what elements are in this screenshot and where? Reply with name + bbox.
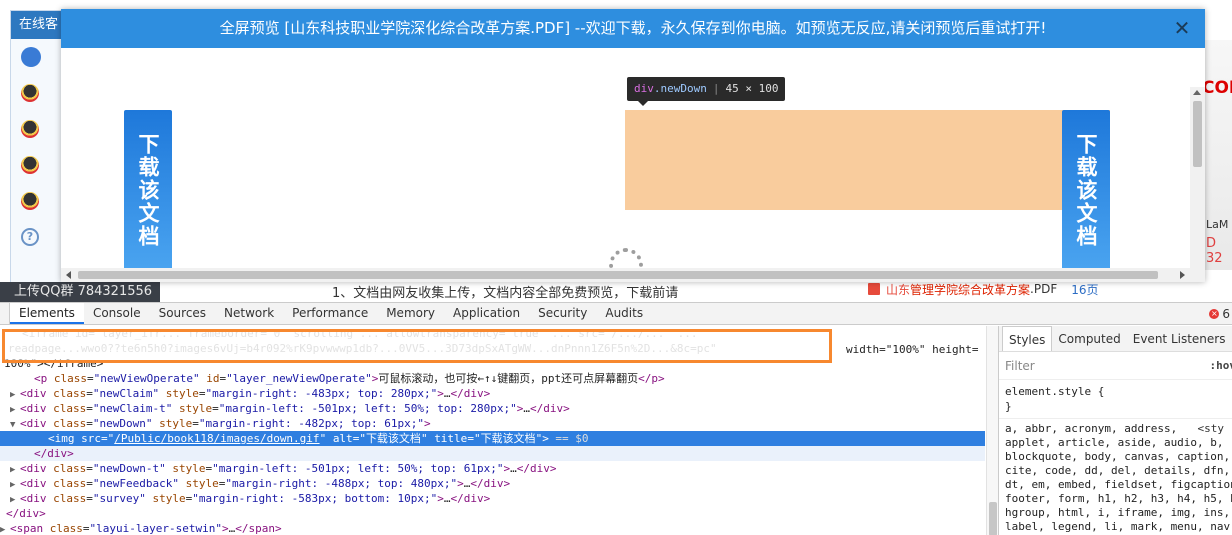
ua-selector-line: label, legend, li, mark, menu, nav, xyxy=(1005,520,1232,533)
tooltip-size: 45 × 100 xyxy=(725,82,779,95)
element-style-selector: element.style { xyxy=(1005,385,1105,398)
ua-selector-line: cite, code, dd, del, details, dfn, xyxy=(1005,464,1231,477)
ua-selector-line: dt, em, embed, fieldset, figcaption, xyxy=(1005,478,1232,491)
devtools-tab-application[interactable]: Application xyxy=(444,303,529,324)
devtools-tab-performance[interactable]: Performance xyxy=(283,303,377,324)
download-document-button-right[interactable]: 下载该文档 xyxy=(1062,110,1110,270)
styles-tab-styles[interactable]: Styles xyxy=(1002,326,1053,351)
error-count: 6 xyxy=(1222,306,1230,321)
styles-tab-computed[interactable]: Computed xyxy=(1052,326,1126,351)
dom-line-div[interactable]: ▶ <div class="newFeedback" style="margin-… xyxy=(0,476,985,491)
user-icon xyxy=(21,47,41,67)
devtools-tab-security[interactable]: Security xyxy=(529,303,596,324)
devtools-tab-network[interactable]: Network xyxy=(215,303,283,324)
scroll-up-icon[interactable] xyxy=(1193,90,1201,95)
scrollbar-thumb[interactable] xyxy=(78,271,1158,279)
download-document-button[interactable]: 下载该文档 xyxy=(124,110,172,270)
qq-icon xyxy=(21,192,39,210)
related-doc-title: 管理学院综合改革方案 xyxy=(910,282,1031,297)
dom-line-p[interactable]: <p class="newViewOperate" id="layer_newV… xyxy=(0,371,985,386)
scroll-left-icon[interactable] xyxy=(66,271,71,279)
qq-icon xyxy=(21,84,39,102)
error-icon: × xyxy=(1209,308,1220,319)
dom-line-div[interactable]: ▶ <div class="newClaim-t" style="margin-l… xyxy=(0,401,985,416)
element-style-rule[interactable]: element.style { } xyxy=(999,380,1232,418)
dom-line-div[interactable]: ▼ <div class="newDown" style="margin-righ… xyxy=(0,416,985,431)
dom-line-div[interactable]: ▶ <div class="survey" style="margin-right… xyxy=(0,491,985,506)
ua-selector-line: hgroup, html, i, iframe, img, ins, xyxy=(1005,506,1231,519)
devtools-panel: Elements Console Sources Network Performance… xyxy=(0,302,1232,535)
fullscreen-preview-modal: 全屏预览 [山东科技职业学院深化综合改革方案.PDF] --欢迎下载，永久保存到… xyxy=(61,9,1205,282)
pdf-icon xyxy=(868,283,880,295)
scrollbar-thumb[interactable] xyxy=(1193,101,1202,167)
iframe-attrs-tail: width="100%" height= xyxy=(846,343,979,356)
related-doc-pages: 16页 xyxy=(1071,282,1099,297)
devtools-tab-memory[interactable]: Memory xyxy=(377,303,444,324)
related-doc-prefix: 山东 xyxy=(886,282,911,297)
devtools-tab-sources[interactable]: Sources xyxy=(150,303,215,324)
right-logo: CON xyxy=(1202,78,1232,98)
styles-tab-event-listeners[interactable]: Event Listeners xyxy=(1127,326,1232,351)
modal-title: 全屏预览 [山东科技职业学院深化综合改革方案.PDF] --欢迎下载，永久保存到… xyxy=(61,9,1205,48)
right-small-text-red: D 32 xyxy=(1206,236,1223,266)
tooltip-class: .newDown xyxy=(653,82,707,95)
inspect-tooltip: div.newDown | 45 × 100 xyxy=(627,77,786,106)
elements-tree[interactable]: <iframe id="layer_ifr... frameborder="0"… xyxy=(0,326,985,535)
error-counter[interactable]: × 6 xyxy=(1209,303,1232,324)
document-viewer[interactable]: 下载该文档 下载该文档 div.newDown | 45 × 100 xyxy=(61,48,1205,282)
ua-selector-line: applet, article, aside, audio, b, xyxy=(1005,436,1224,449)
inspect-toggle[interactable] xyxy=(0,303,10,324)
download-notice: 1、文档由网友收集上传，文档内容全部免费预览，下载前请 xyxy=(332,286,679,301)
ua-stylesheet-label: <sty xyxy=(1197,422,1225,435)
related-doc-link[interactable]: 山东 管理学院综合改革方案 .PDF 16页 xyxy=(868,280,1132,298)
dom-line-div[interactable]: ▶ <div class="newClaim" style="margin-rig… xyxy=(0,386,985,401)
ua-selector-line: footer, form, h1, h2, h3, h4, h5, h6, xyxy=(1005,492,1232,505)
devtools-tab-console[interactable]: Console xyxy=(84,303,150,324)
right-small-text: LaM xyxy=(1206,218,1229,231)
dom-line-div[interactable]: ▶ <div class="newDown-t" style="margin-le… xyxy=(0,461,985,476)
dom-line-close[interactable]: </div> xyxy=(0,446,985,461)
devtools-tab-elements[interactable]: Elements xyxy=(10,303,84,324)
close-icon[interactable]: ✕ xyxy=(1173,18,1191,38)
dom-line-close[interactable]: </div> xyxy=(0,506,985,521)
styles-tabbar: StylesComputedEvent Listeners » xyxy=(999,326,1232,352)
ua-selector-line: a, abbr, acronym, address, <sty xyxy=(1005,422,1225,435)
devtools-tab-audits[interactable]: Audits xyxy=(596,303,652,324)
help-icon: ? xyxy=(21,228,39,246)
ua-style-rule[interactable]: a, abbr, acronym, address, <sty applet, ar… xyxy=(999,418,1232,535)
element-style-close: } xyxy=(1005,400,1012,413)
viewer-horizontal-scrollbar[interactable] xyxy=(61,268,1190,282)
devtools-tabbar: Elements Console Sources Network Performance… xyxy=(0,303,1232,325)
related-doc-ext: .PDF xyxy=(1030,282,1058,296)
scroll-right-icon[interactable] xyxy=(1180,271,1185,279)
qq-icon xyxy=(21,156,39,174)
styles-pane: StylesComputedEvent Listeners » Filter :… xyxy=(998,326,1232,535)
element-highlight-overlay xyxy=(625,110,1110,210)
expand-arrow-icon[interactable]: ▶ xyxy=(0,523,10,535)
qq-icon xyxy=(21,120,39,138)
hov-toggle[interactable]: :hov xyxy=(1210,359,1232,372)
filter-placeholder: Filter xyxy=(1005,358,1035,373)
viewer-vertical-scrollbar[interactable] xyxy=(1190,87,1205,282)
dom-line-img[interactable]: <img src="/Public/book118/images/down.gi… xyxy=(0,431,985,446)
dom-line-span[interactable]: ▶ <span class="layui-layer-setwin">…</spa… xyxy=(0,521,985,535)
tooltip-tag: div xyxy=(634,82,654,95)
elements-scrollbar[interactable] xyxy=(986,326,998,535)
annotation-box xyxy=(2,329,832,363)
qq-group-number: 上传QQ群 784321556 xyxy=(0,282,160,302)
scrollbar-thumb[interactable] xyxy=(989,502,997,535)
ua-selector-line: blockquote, body, canvas, caption, xyxy=(1005,450,1231,463)
styles-filter-input[interactable]: Filter :hov xyxy=(999,352,1232,380)
